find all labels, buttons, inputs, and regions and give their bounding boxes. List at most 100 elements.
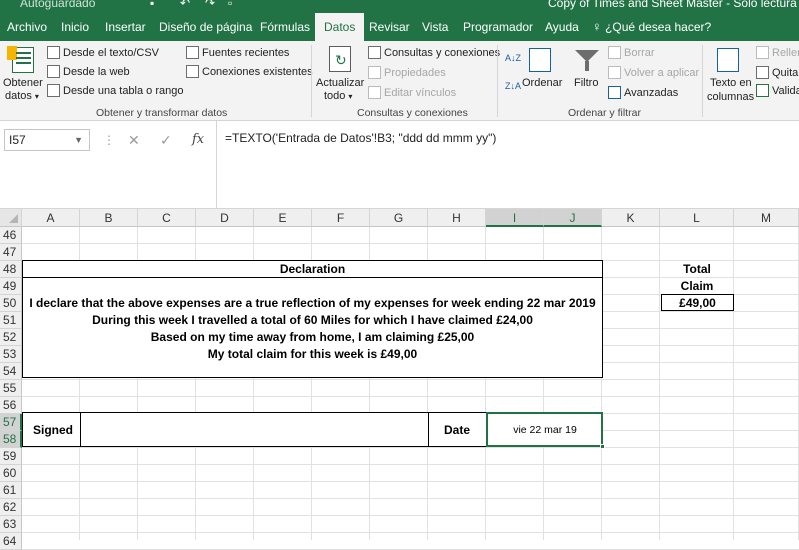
reapply-button[interactable]: Volver a aplicar: [608, 66, 699, 79]
clear-filter-button[interactable]: Borrar: [608, 46, 655, 59]
insert-function-icon[interactable]: fx: [192, 129, 204, 151]
redo-icon[interactable]: ↷: [205, 0, 215, 10]
get-data-button[interactable]: Obtener: [3, 77, 43, 89]
advanced-filter-button[interactable]: Avanzadas: [608, 86, 678, 99]
queries-connections-button[interactable]: Consultas y conexiones: [368, 46, 500, 59]
row-header-50[interactable]: 50: [0, 295, 22, 312]
column-header-e[interactable]: E: [254, 209, 312, 227]
column-header-l[interactable]: L: [660, 209, 734, 227]
row-header-47[interactable]: 47: [0, 244, 22, 261]
tab-diseno-pagina[interactable]: Diseño de página: [159, 13, 252, 41]
worksheet-grid[interactable]: ABCDEFGHIJKLM 46 47 48 49 50 51 52 53 54 55 56 57 58…: [0, 209, 799, 550]
refresh-all-button-line2[interactable]: todo ▾: [324, 90, 352, 102]
row-header-49[interactable]: 49: [0, 278, 22, 295]
column-header-f[interactable]: F: [312, 209, 370, 227]
group-separator: [497, 45, 498, 117]
signature-cell[interactable]: [81, 413, 428, 447]
clear-filter-icon: [608, 46, 621, 59]
column-header-m[interactable]: M: [734, 209, 799, 227]
tab-ayuda[interactable]: Ayuda: [545, 13, 579, 41]
tab-programador[interactable]: Programador: [463, 13, 533, 41]
date-value: vie 22 mar 19: [513, 424, 577, 436]
gridline-vertical: [659, 227, 660, 540]
tab-datos[interactable]: Datos: [315, 13, 365, 41]
refresh-all-button[interactable]: Actualizar: [316, 77, 364, 89]
text-to-columns-button[interactable]: Texto en: [710, 77, 752, 89]
filter-icon[interactable]: [575, 48, 599, 72]
row-header-63[interactable]: 63: [0, 516, 22, 533]
column-header-d[interactable]: D: [196, 209, 254, 227]
row-header-46[interactable]: 46: [0, 227, 22, 244]
row-header-60[interactable]: 60: [0, 465, 22, 482]
more-options-icon: ⋮: [103, 133, 115, 147]
row-header-61[interactable]: 61: [0, 482, 22, 499]
sort-az-icon[interactable]: A↓Z: [505, 53, 521, 63]
formula-bar: I57 ▼ ⋮ ✕ ✓ fx =TEXTO('Entrada de Datos'!…: [0, 121, 799, 209]
gridline-horizontal: [22, 515, 799, 516]
from-table-button[interactable]: Desde una tabla o rango: [47, 84, 183, 97]
autosave-label[interactable]: Autoguardado: [20, 0, 95, 10]
tab-vista[interactable]: Vista: [422, 13, 448, 41]
sort-dialog-icon[interactable]: [529, 48, 551, 72]
row-header-51[interactable]: 51: [0, 312, 22, 329]
row-header-56[interactable]: 56: [0, 397, 22, 414]
column-header-a[interactable]: A: [22, 209, 80, 227]
column-header-b[interactable]: B: [80, 209, 138, 227]
tab-archivo[interactable]: Archivo: [7, 13, 47, 41]
column-header-i[interactable]: I: [486, 209, 544, 227]
text-to-columns-icon[interactable]: [717, 48, 739, 72]
text-to-columns-button-line2[interactable]: columnas: [707, 91, 754, 103]
get-data-icon[interactable]: [7, 46, 34, 73]
save-icon[interactable]: ▪: [150, 0, 154, 10]
fill-handle[interactable]: [600, 444, 605, 449]
gridline-horizontal: [22, 243, 799, 244]
refresh-all-icon[interactable]: ↻: [329, 46, 351, 72]
data-validation-button[interactable]: Validac: [756, 84, 799, 97]
column-header-c[interactable]: C: [138, 209, 196, 227]
row-header-64[interactable]: 64: [0, 533, 22, 550]
column-header-g[interactable]: G: [370, 209, 428, 227]
enter-icon[interactable]: ✓: [160, 129, 172, 151]
chevron-down-icon[interactable]: ▼: [74, 130, 83, 150]
row-header-54[interactable]: 54: [0, 363, 22, 380]
gridline-vertical: [733, 227, 734, 540]
print-preview-icon[interactable]: ▫: [228, 0, 232, 10]
row-header-58[interactable]: 58: [0, 431, 22, 448]
group-label-sort-filter: Ordenar y filtrar: [568, 107, 641, 119]
row-header-57[interactable]: 57: [0, 414, 22, 431]
from-text-button[interactable]: Desde el texto/CSV: [47, 46, 159, 59]
tab-formulas[interactable]: Fórmulas: [260, 13, 310, 41]
remove-duplicates-button[interactable]: Quitar: [756, 66, 799, 79]
row-header-62[interactable]: 62: [0, 499, 22, 516]
gridline-horizontal: [22, 396, 799, 397]
from-web-button[interactable]: Desde la web: [47, 65, 130, 78]
row-header-52[interactable]: 52: [0, 329, 22, 346]
column-header-h[interactable]: H: [428, 209, 486, 227]
row-header-48[interactable]: 48: [0, 261, 22, 278]
name-box[interactable]: I57 ▼: [4, 129, 90, 151]
filter-button[interactable]: Filtro: [574, 77, 598, 89]
row-header-53[interactable]: 53: [0, 346, 22, 363]
tab-inicio[interactable]: Inicio: [61, 13, 89, 41]
declaration-line-1: I declare that the above expenses are a …: [29, 296, 596, 310]
recent-sources-button[interactable]: Fuentes recientes: [186, 46, 289, 59]
existing-connections-button[interactable]: Conexiones existentes: [186, 65, 313, 78]
flash-fill-button[interactable]: Relleno: [756, 46, 799, 59]
tab-revisar[interactable]: Revisar: [369, 13, 410, 41]
gridline-horizontal: [22, 447, 799, 448]
undo-icon[interactable]: ↶: [180, 0, 190, 10]
column-header-j[interactable]: J: [544, 209, 602, 227]
column-header-k[interactable]: K: [602, 209, 660, 227]
sort-button[interactable]: Ordenar: [522, 77, 562, 89]
formula-input[interactable]: =TEXTO('Entrada de Datos'!B3; "ddd dd mm…: [216, 121, 799, 209]
properties-button[interactable]: Propiedades: [368, 66, 446, 79]
row-header-55[interactable]: 55: [0, 380, 22, 397]
select-all-corner[interactable]: [0, 209, 22, 227]
sort-za-icon[interactable]: Z↓A: [505, 81, 521, 91]
cancel-icon[interactable]: ✕: [128, 129, 140, 151]
row-header-59[interactable]: 59: [0, 448, 22, 465]
get-data-button-line2[interactable]: datos ▾: [5, 90, 39, 102]
edit-links-button[interactable]: Editar vínculos: [368, 86, 456, 99]
tab-insertar[interactable]: Insertar: [105, 13, 146, 41]
tell-me-box[interactable]: ♀ ¿Qué desea hacer?: [592, 13, 711, 41]
